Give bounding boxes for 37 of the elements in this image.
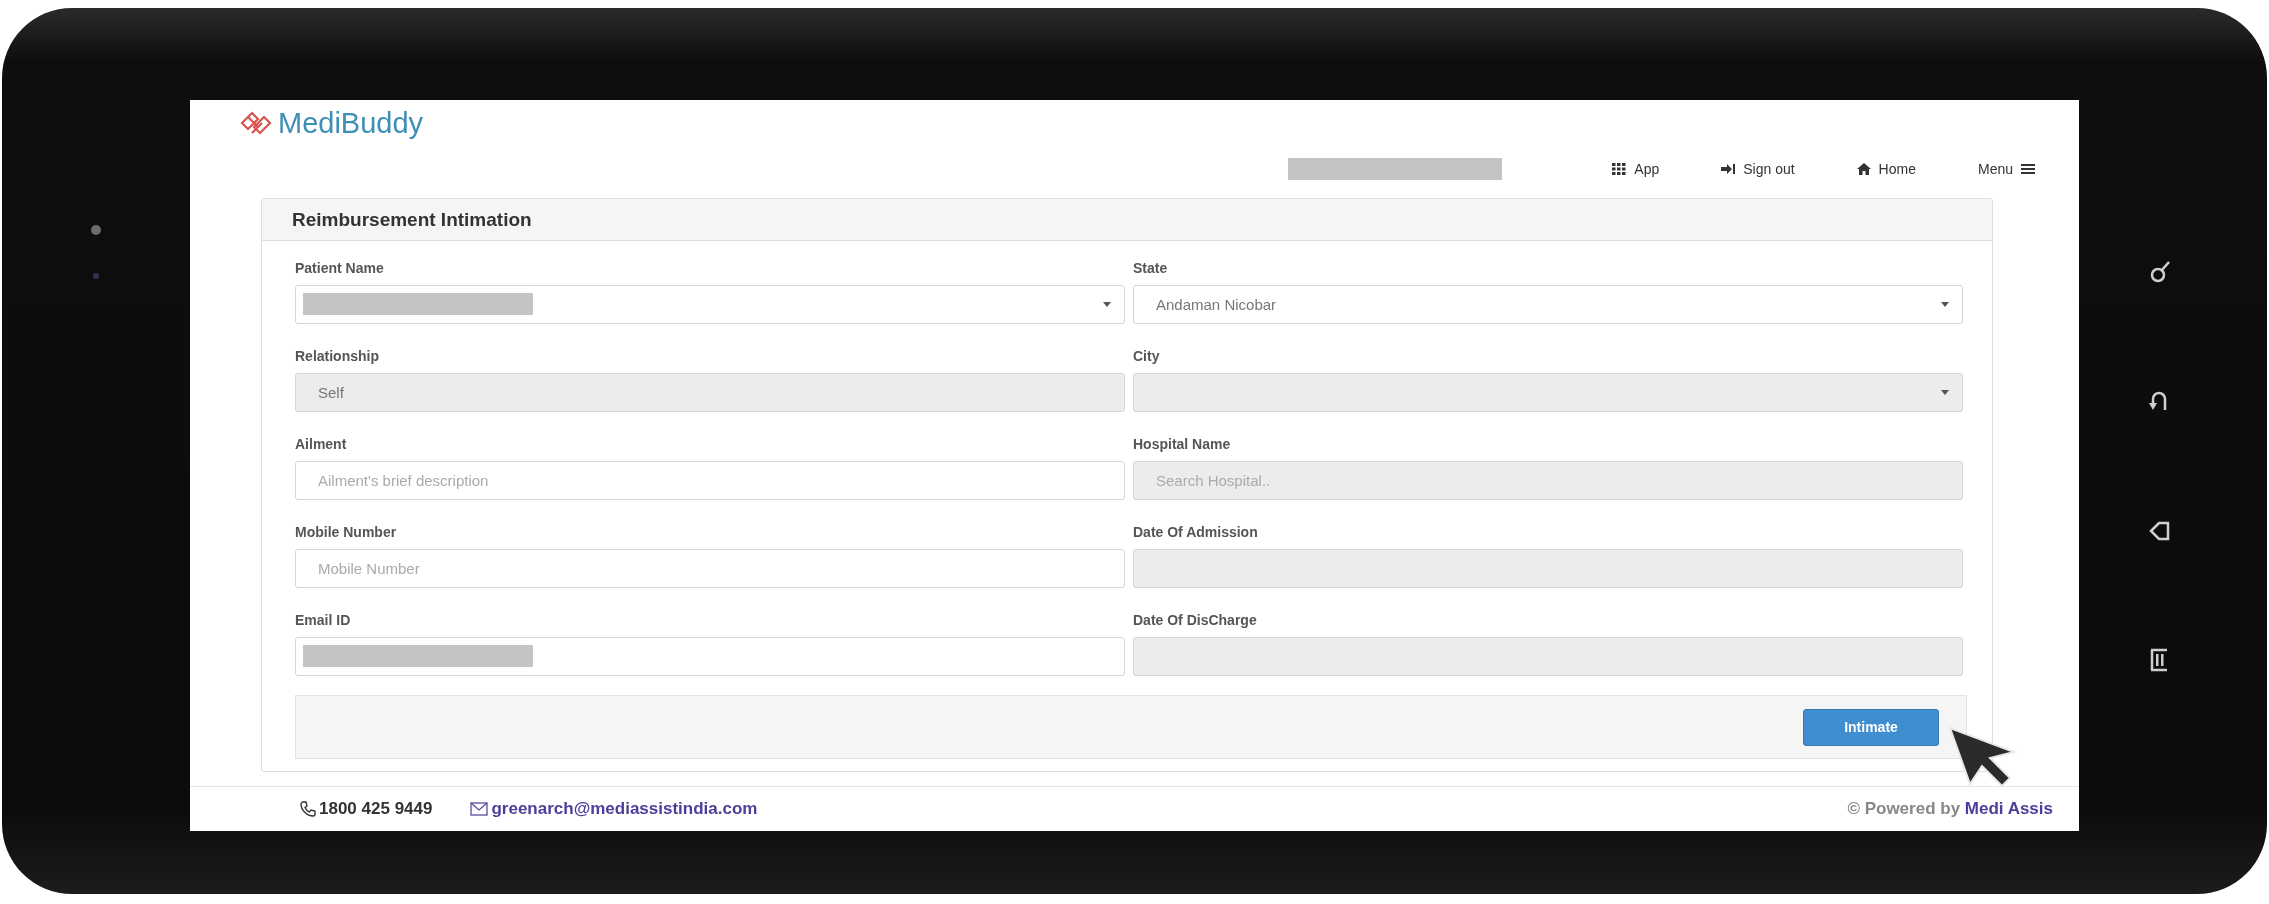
home-icon[interactable] (2149, 520, 2171, 542)
field-label: Email ID (295, 611, 352, 630)
select-field[interactable]: Andaman Nicobar (1133, 285, 1963, 324)
field-label: City (1133, 347, 1161, 366)
sensor-dot (93, 273, 99, 279)
company-link[interactable]: Medi Assis (1964, 799, 2053, 818)
phone-icon (300, 801, 316, 817)
powered-by-text: © Powered by Medi Assis (1847, 799, 2053, 819)
menu-icon (2021, 163, 2035, 175)
input-field[interactable]: Mobile Number (295, 549, 1125, 588)
recent-apps-icon[interactable] (2149, 648, 2169, 672)
search-icon[interactable] (2149, 260, 2171, 284)
panel-title: Reimbursement Intimation (292, 208, 532, 231)
logo-text: MediBuddy (278, 106, 424, 140)
sign-in-icon (1721, 163, 1736, 175)
field-label: State (1133, 259, 1169, 278)
camera-dot (91, 225, 101, 235)
grid-icon (1612, 163, 1627, 175)
phone-number: 1800 425 9449 (319, 799, 433, 819)
field-label: Relationship (295, 347, 380, 366)
home-icon (1856, 163, 1871, 175)
caret-icon (1103, 302, 1111, 307)
field-label: Patient Name (295, 259, 385, 278)
field-label: Mobile Number (295, 523, 398, 542)
nav-link[interactable]: App (1612, 161, 1660, 177)
field-label: Date Of Admission (1133, 523, 1259, 542)
caret-icon (1941, 302, 1949, 307)
field-label: Ailment (295, 435, 348, 454)
nav-link[interactable]: Menu (1977, 161, 2035, 177)
envelope-icon (470, 802, 489, 816)
input-field[interactable]: Ailment's brief description (295, 461, 1125, 500)
email-link[interactable]: greenarch@mediassistindia.com (491, 799, 758, 819)
field-label: Hospital Name (1133, 435, 1232, 454)
field-label: Date Of DisCharge (1133, 611, 1258, 630)
nav-link[interactable]: Sign out (1721, 161, 1795, 177)
nav-link[interactable]: Home (1856, 161, 1916, 177)
caret-icon (1941, 390, 1949, 395)
